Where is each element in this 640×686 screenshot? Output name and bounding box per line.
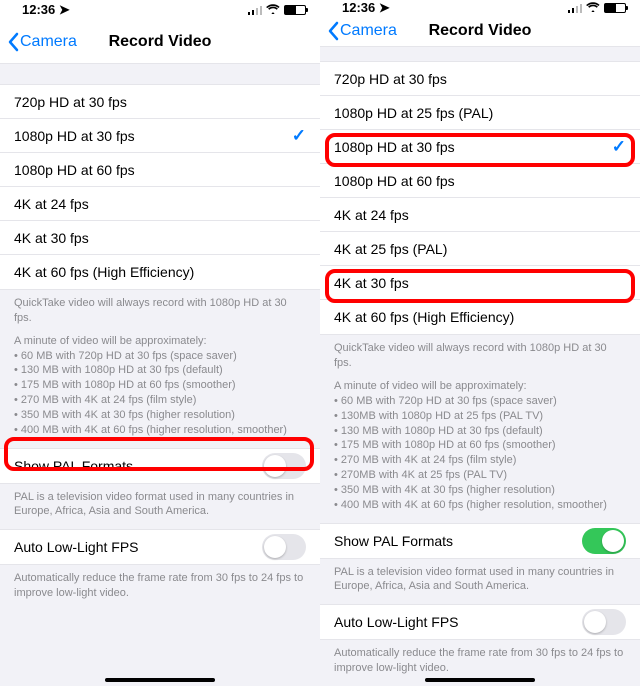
sizes-footer: QuickTake video will always record with … bbox=[320, 335, 640, 522]
size-item: 400 MB with 4K at 60 fps (higher resolut… bbox=[14, 423, 306, 438]
resolution-option-label: 4K at 24 fps bbox=[14, 196, 89, 212]
size-item: 350 MB with 4K at 30 fps (higher resolut… bbox=[14, 408, 306, 423]
quicktake-note: QuickTake video will always record with … bbox=[334, 341, 626, 371]
resolution-options-group: 720p HD at 30 fps✓1080p HD at 25 fps (PA… bbox=[320, 61, 640, 335]
resolution-option-label: 1080p HD at 60 fps bbox=[334, 173, 455, 189]
autolowlight-group: Auto Low-Light FPS bbox=[0, 529, 320, 565]
nav-bar: Camera Record Video bbox=[0, 20, 320, 64]
wifi-icon bbox=[266, 3, 280, 17]
auto-lowlight-switch[interactable] bbox=[582, 609, 626, 635]
signal-icon bbox=[568, 3, 582, 13]
size-item: 270MB with 4K at 25 fps (PAL TV) bbox=[334, 468, 626, 483]
sizes-list: 60 MB with 720p HD at 30 fps (space save… bbox=[14, 349, 306, 438]
quicktake-note: QuickTake video will always record with … bbox=[14, 296, 306, 326]
battery-icon bbox=[604, 3, 626, 13]
status-bar: 12:36 ➤ bbox=[0, 0, 320, 20]
size-item: 270 MB with 4K at 24 fps (film style) bbox=[14, 393, 306, 408]
show-pal-formats-switch[interactable] bbox=[582, 528, 626, 554]
size-item: 270 MB with 4K at 24 fps (film style) bbox=[334, 453, 626, 468]
resolution-option[interactable]: 1080p HD at 30 fps ✓ bbox=[0, 119, 320, 153]
resolution-option[interactable]: 1080p HD at 60 fps✓ bbox=[0, 153, 320, 187]
resolution-option-label: 4K at 60 fps (High Efficiency) bbox=[14, 264, 194, 280]
nav-bar: Camera Record Video bbox=[320, 16, 640, 47]
size-item: 175 MB with 1080p HD at 60 fps (smoother… bbox=[14, 378, 306, 393]
show-pal-formats-row[interactable]: Show PAL Formats bbox=[0, 449, 320, 483]
home-indicator bbox=[105, 678, 215, 682]
battery-icon bbox=[284, 5, 306, 15]
show-pal-formats-label: Show PAL Formats bbox=[14, 458, 133, 474]
pal-footer: PAL is a television video format used in… bbox=[320, 559, 640, 605]
back-label: Camera bbox=[340, 22, 397, 40]
status-bar: 12:36 ➤ bbox=[320, 0, 640, 16]
pal-footer: PAL is a television video format used in… bbox=[0, 484, 320, 530]
size-item: 400 MB with 4K at 60 fps (higher resolut… bbox=[334, 498, 626, 513]
size-item: 130 MB with 1080p HD at 30 fps (default) bbox=[14, 363, 306, 378]
checkmark-icon: ✓ bbox=[612, 137, 626, 157]
size-item: 350 MB with 4K at 30 fps (higher resolut… bbox=[334, 483, 626, 498]
resolution-option-label: 4K at 60 fps (High Efficiency) bbox=[334, 309, 514, 325]
resolution-option[interactable]: 1080p HD at 30 fps ✓ bbox=[320, 130, 640, 164]
auto-lowlight-switch[interactable] bbox=[262, 534, 306, 560]
sizes-intro: A minute of video will be approximately: bbox=[334, 379, 626, 394]
auto-lowlight-label: Auto Low-Light FPS bbox=[334, 614, 459, 630]
pal-group: Show PAL Formats bbox=[0, 448, 320, 484]
back-label: Camera bbox=[20, 33, 77, 51]
resolution-option-label: 1080p HD at 30 fps bbox=[334, 139, 455, 155]
size-item: 60 MB with 720p HD at 30 fps (space save… bbox=[334, 394, 626, 409]
signal-icon bbox=[248, 5, 262, 15]
location-icon: ➤ bbox=[59, 2, 70, 17]
resolution-option[interactable]: 4K at 24 fps✓ bbox=[320, 198, 640, 232]
resolution-option-label: 1080p HD at 25 fps (PAL) bbox=[334, 105, 493, 121]
back-button[interactable]: Camera bbox=[320, 21, 397, 41]
size-item: 60 MB with 720p HD at 30 fps (space save… bbox=[14, 349, 306, 364]
checkmark-icon: ✓ bbox=[292, 126, 306, 146]
resolution-option-label: 1080p HD at 30 fps bbox=[14, 128, 135, 144]
resolution-option-label: 4K at 30 fps bbox=[14, 230, 89, 246]
resolution-option[interactable]: 4K at 60 fps (High Efficiency)✓ bbox=[0, 255, 320, 289]
resolution-option-label: 720p HD at 30 fps bbox=[334, 71, 447, 87]
resolution-option[interactable]: 1080p HD at 25 fps (PAL)✓ bbox=[320, 96, 640, 130]
size-item: 175 MB with 1080p HD at 60 fps (smoother… bbox=[334, 438, 626, 453]
pal-group: Show PAL Formats bbox=[320, 523, 640, 559]
show-pal-formats-row[interactable]: Show PAL Formats bbox=[320, 524, 640, 558]
resolution-option-label: 4K at 25 fps (PAL) bbox=[334, 241, 447, 257]
auto-lowlight-row[interactable]: Auto Low-Light FPS bbox=[320, 605, 640, 639]
wifi-icon bbox=[586, 1, 600, 15]
show-pal-formats-switch[interactable] bbox=[262, 453, 306, 479]
screenshot-right: 12:36 ➤ Camera Record Video 720p HD at 3… bbox=[320, 0, 640, 686]
status-right bbox=[568, 1, 626, 15]
resolution-option-label: 4K at 30 fps bbox=[334, 275, 409, 291]
auto-lowlight-label: Auto Low-Light FPS bbox=[14, 539, 139, 555]
resolution-option[interactable]: 4K at 30 fps✓ bbox=[320, 266, 640, 300]
auto-lowlight-row[interactable]: Auto Low-Light FPS bbox=[0, 530, 320, 564]
status-time: 12:36 bbox=[342, 0, 375, 15]
location-icon: ➤ bbox=[379, 0, 390, 15]
resolution-option[interactable]: 4K at 24 fps✓ bbox=[0, 187, 320, 221]
resolution-option[interactable]: 4K at 60 fps (High Efficiency)✓ bbox=[320, 300, 640, 334]
resolution-options-group: 720p HD at 30 fps✓1080p HD at 30 fps✓108… bbox=[0, 84, 320, 290]
resolution-option[interactable]: 720p HD at 30 fps✓ bbox=[320, 62, 640, 96]
resolution-option-label: 4K at 24 fps bbox=[334, 207, 409, 223]
resolution-option-label: 720p HD at 30 fps bbox=[14, 94, 127, 110]
screenshot-left: 12:36 ➤ Camera Record Video 720p HD at 3… bbox=[0, 0, 320, 686]
resolution-option[interactable]: 720p HD at 30 fps✓ bbox=[0, 85, 320, 119]
chevron-left-icon bbox=[6, 32, 20, 52]
autolowlight-footer: Automatically reduce the frame rate from… bbox=[0, 565, 320, 611]
size-item: 130MB with 1080p HD at 25 fps (PAL TV) bbox=[334, 409, 626, 424]
resolution-option[interactable]: 1080p HD at 60 fps✓ bbox=[320, 164, 640, 198]
status-right bbox=[248, 3, 306, 17]
sizes-footer: QuickTake video will always record with … bbox=[0, 290, 320, 448]
sizes-list: 60 MB with 720p HD at 30 fps (space save… bbox=[334, 394, 626, 513]
home-indicator bbox=[425, 678, 535, 682]
resolution-option-label: 1080p HD at 60 fps bbox=[14, 162, 135, 178]
sizes-intro: A minute of video will be approximately: bbox=[14, 334, 306, 349]
resolution-option[interactable]: 4K at 30 fps✓ bbox=[0, 221, 320, 255]
resolution-option[interactable]: 4K at 25 fps (PAL)✓ bbox=[320, 232, 640, 266]
status-time: 12:36 bbox=[22, 2, 55, 17]
chevron-left-icon bbox=[326, 21, 340, 41]
autolowlight-group: Auto Low-Light FPS bbox=[320, 604, 640, 640]
back-button[interactable]: Camera bbox=[0, 32, 77, 52]
size-item: 130 MB with 1080p HD at 30 fps (default) bbox=[334, 424, 626, 439]
show-pal-formats-label: Show PAL Formats bbox=[334, 533, 453, 549]
